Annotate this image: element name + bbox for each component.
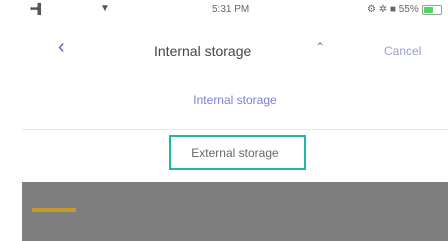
phone-screen: •••▌ ▼ 5:31 PM ⚙ ✲ ■ 55% ‹ Internal stor… [22,0,448,241]
background-progress-bar [32,208,76,212]
menu-item-internal-storage[interactable]: Internal storage [22,93,448,107]
back-icon[interactable]: ‹ [58,36,65,59]
wifi-icon: ▼ [100,3,110,14]
page-title[interactable]: Internal storage [154,43,251,59]
status-time: 5:31 PM [212,4,250,15]
caret-up-icon[interactable]: ⌃ [315,40,325,54]
status-indicators: ⚙ ✲ ■ 55% [367,4,419,15]
status-bar: •••▌ ▼ 5:31 PM ⚙ ✲ ■ 55% [22,0,448,20]
dim-overlay[interactable] [22,182,448,241]
signal-icon: •••▌ [30,4,45,15]
menu-divider [22,129,448,130]
cancel-button[interactable]: Cancel [384,44,421,58]
battery-icon [422,5,442,15]
nav-bar: ‹ Internal storage ⌃ Cancel [22,30,448,70]
battery-fill [424,7,433,13]
selection-highlight [169,135,306,170]
